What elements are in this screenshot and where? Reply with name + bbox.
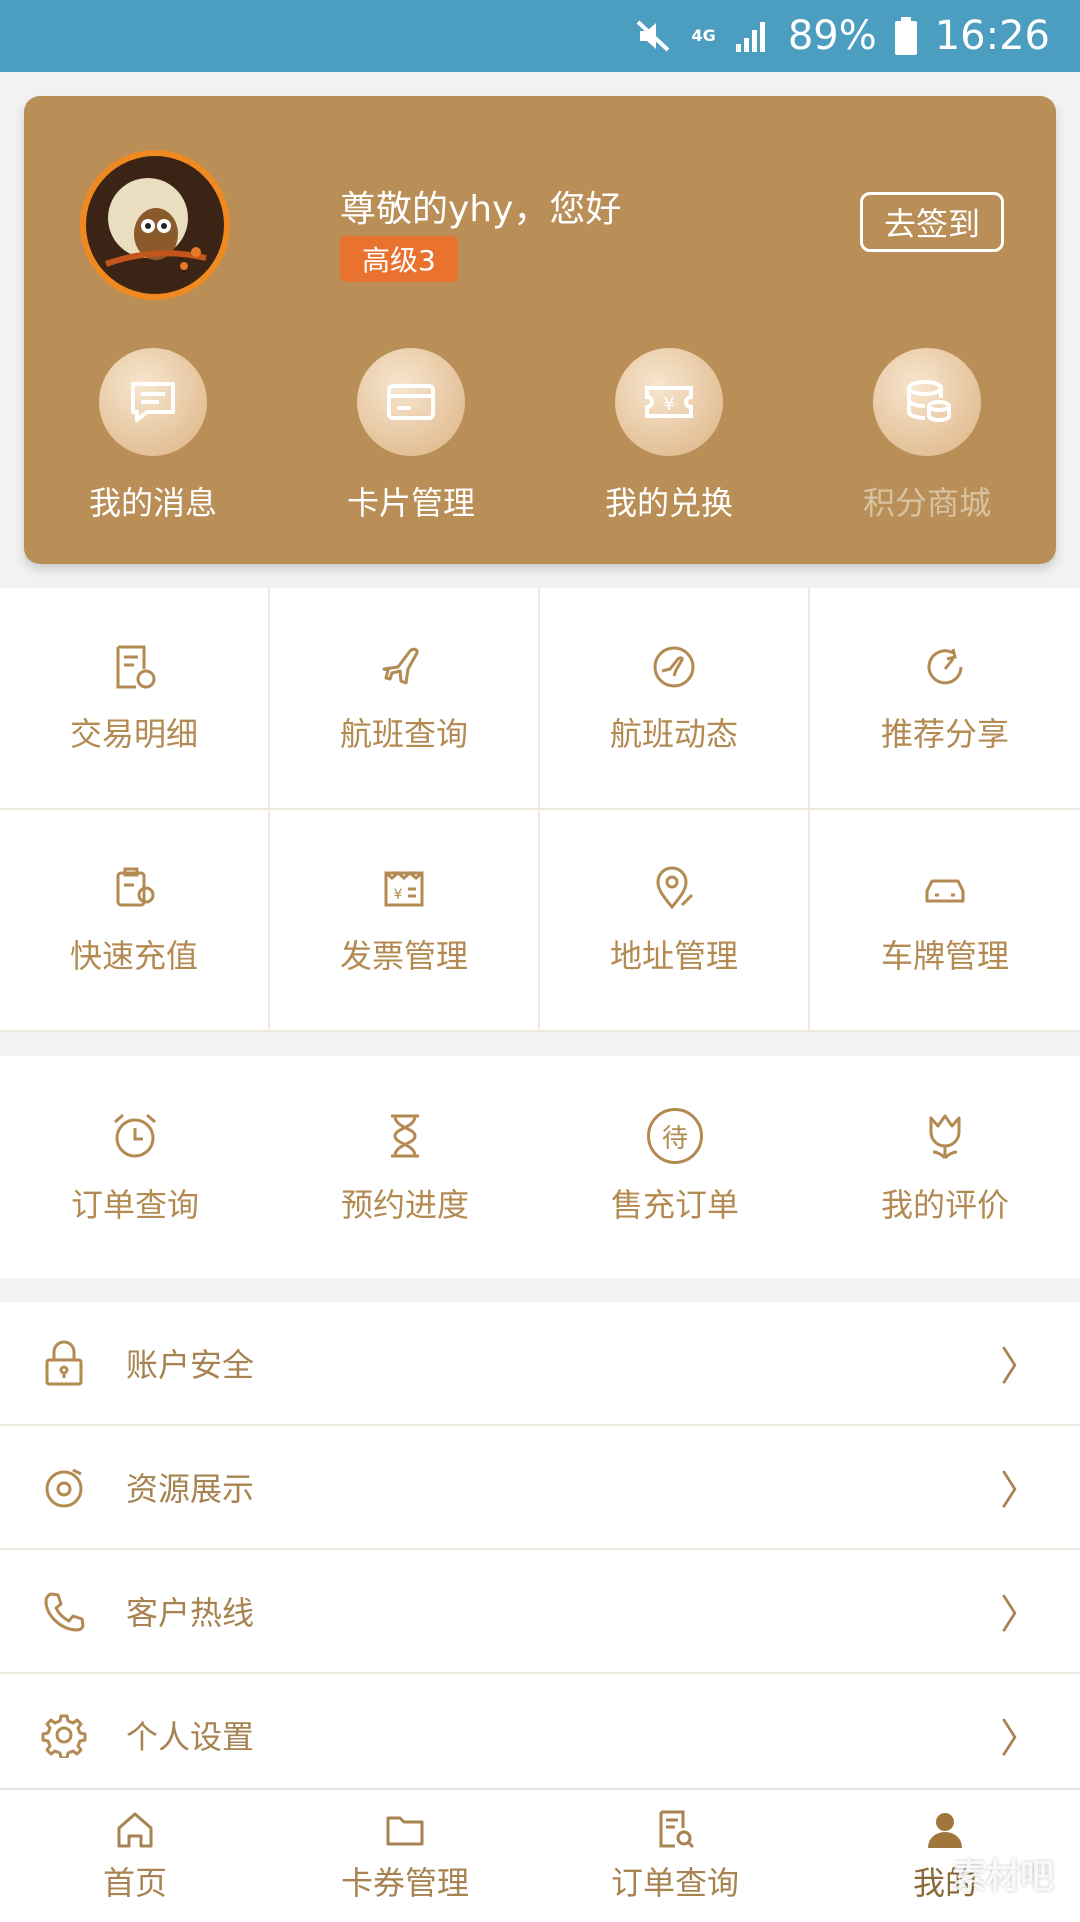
- quick-action-points-mall[interactable]: 积分商城: [798, 348, 1056, 528]
- battery-icon: [894, 17, 917, 55]
- profile-card: 尊敬的yhy，您好 高级3 去签到 我的消息 卡片管理 ¥ 我的兑换 积分商城: [24, 96, 1056, 564]
- grid-item-label: 订单查询: [70, 1186, 199, 1224]
- grid-item-label: 售充订单: [610, 1186, 739, 1224]
- grid-item-label: 发票管理: [339, 937, 468, 975]
- quick-action-messages[interactable]: 我的消息: [24, 348, 282, 528]
- invoice-icon: ¥: [378, 863, 430, 915]
- card-icon: [357, 348, 465, 456]
- list-item-label: 资源展示: [126, 1470, 255, 1508]
- list-item-account-security[interactable]: 账户安全 〉: [0, 1302, 1080, 1426]
- signal-icon: [734, 18, 770, 54]
- grid-item-reviews[interactable]: 我的评价: [810, 1056, 1080, 1278]
- car-icon: [919, 863, 971, 915]
- grid-item-recharge[interactable]: 快速充值: [0, 810, 270, 1032]
- grid-item-transactions[interactable]: 交易明细: [0, 588, 270, 810]
- settings-list: 账户安全 〉 资源展示 〉 客户热线 〉 个人设置 〉: [0, 1302, 1080, 1798]
- quick-action-cards[interactable]: 卡片管理: [282, 348, 540, 528]
- svg-text:¥: ¥: [663, 394, 674, 415]
- quick-action-label: 卡片管理: [346, 484, 475, 522]
- nav-label: 首页: [102, 1864, 167, 1902]
- message-icon: [99, 348, 207, 456]
- grid-item-label: 航班查询: [339, 715, 468, 753]
- grid-item-label: 车牌管理: [880, 937, 1009, 975]
- grid-item-flight-search[interactable]: 航班查询: [270, 588, 540, 810]
- grid-item-flight-status[interactable]: 航班动态: [540, 588, 810, 810]
- hourglass-icon: [377, 1108, 433, 1164]
- grid-item-order-query[interactable]: 订单查询: [0, 1056, 270, 1278]
- chevron-right-icon: 〉: [1000, 1716, 1040, 1762]
- list-item-resources[interactable]: 资源展示 〉: [0, 1426, 1080, 1550]
- grid-item-label: 地址管理: [609, 937, 738, 975]
- nav-orders[interactable]: 订单查询: [540, 1790, 810, 1922]
- nav-coupons[interactable]: 卡券管理: [270, 1790, 540, 1922]
- pending-icon: 待: [647, 1108, 703, 1164]
- nav-label: 订单查询: [610, 1864, 739, 1902]
- quick-action-label: 我的兑换: [604, 484, 733, 522]
- list-item-settings[interactable]: 个人设置 〉: [0, 1674, 1080, 1798]
- share-icon: [919, 641, 971, 693]
- folder-icon: [383, 1808, 427, 1852]
- network-indicator: 4G: [691, 26, 716, 45]
- user-icon: [923, 1808, 967, 1852]
- list-item-label: 账户安全: [126, 1346, 255, 1384]
- grid-item-label: 快速充值: [69, 937, 198, 975]
- level-badge: 高级3: [340, 236, 458, 282]
- quick-action-exchange[interactable]: ¥ 我的兑换: [540, 348, 798, 528]
- order-grid: 订单查询 预约进度 待 售充订单 我的评价: [0, 1056, 1080, 1278]
- grid-item-address[interactable]: 地址管理: [540, 810, 810, 1032]
- service-grid: 交易明细 航班查询 航班动态 推荐分享 快速充值 ¥ 发票管理 地址管理 车牌管…: [0, 588, 1080, 1032]
- home-icon: [113, 1808, 157, 1852]
- quick-action-label: 积分商城: [862, 484, 991, 522]
- grid-item-share[interactable]: 推荐分享: [810, 588, 1080, 810]
- receipt-icon: [108, 641, 160, 693]
- signin-button[interactable]: 去签到: [860, 192, 1004, 252]
- mute-icon: [634, 16, 674, 56]
- plane-icon: [378, 641, 430, 693]
- list-item-label: 个人设置: [126, 1718, 255, 1756]
- list-item-hotline[interactable]: 客户热线 〉: [0, 1550, 1080, 1674]
- chevron-right-icon: 〉: [1000, 1468, 1040, 1514]
- grid-item-label: 我的评价: [880, 1186, 1009, 1224]
- battery-percent: 89%: [787, 13, 877, 59]
- flight-status-icon: [648, 641, 700, 693]
- greeting-text: 尊敬的yhy，您好: [340, 189, 622, 230]
- ticket-icon: ¥: [615, 348, 723, 456]
- grid-item-booking-progress[interactable]: 预约进度: [270, 1056, 540, 1278]
- lock-icon: [40, 1339, 88, 1387]
- svg-text:¥: ¥: [394, 887, 403, 903]
- tulip-icon: [917, 1108, 973, 1164]
- quick-action-label: 我的消息: [88, 484, 217, 522]
- grid-item-label: 交易明细: [69, 715, 198, 753]
- clock-icon: [107, 1108, 163, 1164]
- grid-item-plate[interactable]: 车牌管理: [810, 810, 1080, 1032]
- nav-home[interactable]: 首页: [0, 1790, 270, 1922]
- bottom-nav: 首页 卡券管理 订单查询 我的: [0, 1788, 1080, 1922]
- location-icon: [648, 863, 700, 915]
- grid-item-sales-orders[interactable]: 待 售充订单: [540, 1056, 810, 1278]
- grid-item-label: 预约进度: [340, 1186, 469, 1224]
- recharge-icon: [108, 863, 160, 915]
- nav-label: 卡券管理: [340, 1864, 469, 1902]
- status-bar: 4G 89% 16:26: [0, 0, 1080, 72]
- chevron-right-icon: 〉: [1000, 1592, 1040, 1638]
- coins-icon: [873, 348, 981, 456]
- order-search-icon: [653, 1808, 697, 1852]
- chevron-right-icon: 〉: [1000, 1344, 1040, 1390]
- avatar[interactable]: [80, 150, 230, 300]
- grid-item-label: 推荐分享: [880, 715, 1009, 753]
- quick-actions: 我的消息 卡片管理 ¥ 我的兑换 积分商城: [24, 348, 1056, 528]
- grid-item-invoice[interactable]: ¥ 发票管理: [270, 810, 540, 1032]
- list-item-label: 客户热线: [126, 1594, 255, 1632]
- watermark: 素材吧: [952, 1857, 1054, 1897]
- phone-icon: [40, 1587, 88, 1635]
- clock-time: 16:26: [934, 13, 1050, 59]
- grid-item-label: 航班动态: [609, 715, 738, 753]
- gear-icon: [40, 1711, 88, 1759]
- disc-icon: [40, 1463, 88, 1511]
